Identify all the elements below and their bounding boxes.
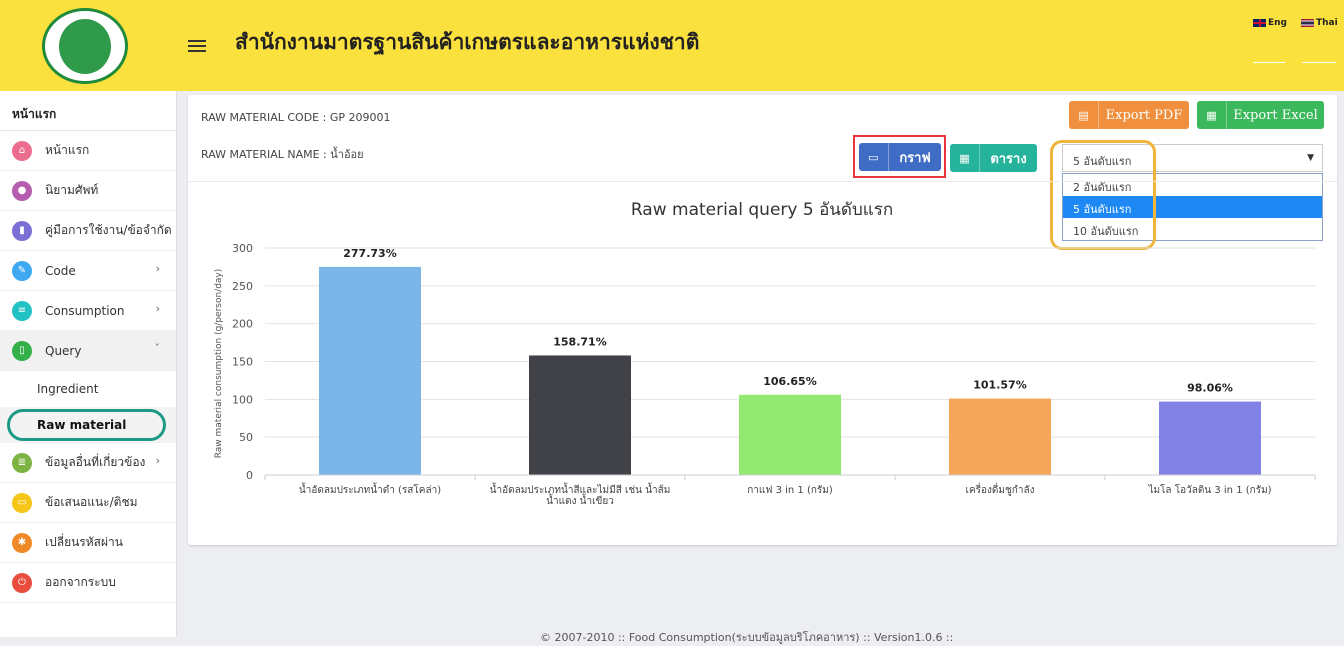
x-tick-label: น้ำอัดลมประเภทน้ำสีและไม่มีสี เช่น น้ำส้…: [490, 482, 671, 496]
sidebar-item-label: Query: [45, 343, 82, 358]
lang-eng-label: Eng: [1268, 18, 1287, 28]
footer-text: © 2007-2010 :: Food Consumption(ระบบข้อม…: [540, 631, 954, 644]
chevron-right-icon: ›: [155, 262, 160, 275]
sidebar-item-label: หน้าแรก: [45, 143, 90, 157]
sidebar-item-change-password[interactable]: ✱ เปลี่ยนรหัสผ่าน: [0, 523, 176, 563]
x-tick-label: เครื่องดื่มชูกำลัง: [966, 482, 1035, 496]
thai-flag-icon: [1301, 19, 1314, 27]
database-icon: ≣: [12, 452, 32, 473]
sidebar-item-manual[interactable]: ▮ คู่มือการใช้งาน/ข้อจำกัด: [0, 211, 176, 251]
sidebar-item-label: Code: [45, 263, 76, 278]
list-icon: ≡: [12, 300, 32, 321]
x-tick-label: น้ำอัดลมประเภทน้ำดำ (รสโคล่า): [299, 482, 441, 496]
bar: [529, 355, 631, 475]
x-tick-label: กาแฟ 3 in 1 (กรัม): [747, 485, 833, 496]
menu-toggle-icon[interactable]: [188, 40, 206, 52]
main-card: RAW MATERIAL CODE : GP 209001 RAW MATERI…: [188, 95, 1337, 545]
bar: [739, 394, 841, 475]
chevron-right-icon: ›: [155, 454, 160, 467]
bar-chart: Raw material query 5 อันดับแรก 0 50 100 150 2…: [214, 200, 1316, 507]
sidebar-item-label: ข้อมูลอื่นที่เกี่ยวข้อง: [45, 455, 146, 469]
data-label: 98.06%: [1187, 382, 1233, 395]
chart-icon: ▭: [859, 143, 889, 171]
sidebar-item-consumption[interactable]: ≡ Consumption ›: [0, 291, 176, 331]
uk-flag-icon: [1253, 19, 1266, 27]
sidebar-item-query[interactable]: ▯ Query ˇ: [0, 331, 176, 371]
lightbulb-icon: ●: [12, 180, 32, 201]
lang-thai-underline: [1302, 62, 1336, 63]
sidebar-subitem-ingredient[interactable]: Ingredient: [0, 371, 176, 407]
data-label: 101.57%: [973, 379, 1026, 392]
sidebar-item-logout[interactable]: ⏻ ออกจากระบบ: [0, 563, 176, 603]
top-header: สำนักงานมาตรฐานสินค้าเกษตรและอาหารแห่งชา…: [0, 0, 1344, 91]
sidebar-item-label: ออกจากระบบ: [45, 575, 116, 589]
y-tick-label: 100: [232, 393, 253, 406]
lang-thai-label: Thai: [1316, 18, 1338, 28]
data-label: 158.71%: [553, 335, 606, 348]
graph-button[interactable]: ▭ กราฟ: [859, 143, 941, 171]
graph-button-label: กราฟ: [899, 150, 931, 166]
sidebar-item-code[interactable]: ✎ Code ›: [0, 251, 176, 291]
comment-icon: ▭: [12, 492, 32, 513]
export-excel-button[interactable]: ▦ Export Excel: [1197, 101, 1324, 129]
lang-eng-underline: [1253, 62, 1285, 63]
highlight-ring-raw-material: [7, 409, 166, 441]
bar: [949, 398, 1051, 475]
sidebar: หน้าแรก ⌂ หน้าแรก ● นิยามศัพท์ ▮ คู่มือก…: [0, 91, 177, 637]
export-excel-label: Export Excel: [1233, 107, 1318, 123]
home-icon: ⌂: [12, 140, 32, 161]
bar: [319, 266, 421, 475]
book-icon: ▮: [12, 220, 32, 241]
pdf-icon: ▤: [1069, 101, 1099, 129]
table-button[interactable]: ▦ ตาราง: [950, 144, 1037, 172]
export-pdf-label: Export PDF: [1105, 107, 1183, 123]
select-arrow-icon: ▼: [1307, 153, 1314, 163]
y-tick-label: 250: [232, 280, 253, 293]
raw-material-code: RAW MATERIAL CODE : GP 209001: [201, 111, 391, 124]
table-icon: ▦: [950, 144, 980, 172]
data-label: 277.73%: [343, 247, 396, 260]
sidebar-item-label: คู่มือการใช้งาน/ข้อจำกัด: [45, 223, 172, 237]
sidebar-item-home[interactable]: ⌂ หน้าแรก: [0, 131, 176, 171]
lang-eng-link[interactable]: Eng: [1253, 18, 1287, 28]
export-pdf-button[interactable]: ▤ Export PDF: [1069, 101, 1189, 129]
sidebar-item-feedback[interactable]: ▭ ข้อเสนอแนะ/ติชม: [0, 483, 176, 523]
chevron-down-icon: ˇ: [154, 342, 161, 355]
y-tick-label: 200: [232, 318, 253, 331]
y-tick-label: 50: [239, 431, 253, 444]
y-tick-label: 0: [246, 469, 253, 482]
excel-icon: ▦: [1197, 101, 1227, 129]
card-divider: [188, 181, 1337, 182]
sidebar-item-label: นิยามศัพท์: [45, 183, 99, 197]
y-tick-label: 150: [232, 356, 253, 369]
bar: [1159, 401, 1261, 475]
chevron-right-icon: ›: [155, 302, 160, 315]
y-tick-label: 300: [232, 242, 253, 255]
document-icon: ▯: [12, 340, 32, 361]
sidebar-item-label: เปลี่ยนรหัสผ่าน: [45, 535, 123, 549]
sidebar-item-glossary[interactable]: ● นิยามศัพท์: [0, 171, 176, 211]
lang-thai-link[interactable]: Thai: [1301, 18, 1338, 28]
site-title: สำนักงานมาตรฐานสินค้าเกษตรและอาหารแห่งชา…: [235, 30, 700, 54]
x-tick-label: น้ำแดง น้ำเขียว: [546, 493, 614, 507]
wrench-icon: ✎: [12, 260, 32, 281]
sidebar-heading: หน้าแรก: [0, 91, 176, 131]
sidebar-item-label: ข้อเสนอแนะ/ติชม: [45, 495, 138, 509]
agency-logo[interactable]: [42, 8, 128, 84]
sidebar-item-label: Consumption: [45, 303, 125, 318]
power-icon: ⏻: [12, 572, 32, 593]
gear-icon: ✱: [12, 532, 32, 553]
chart-title: Raw material query 5 อันดับแรก: [631, 200, 893, 220]
y-axis-label: Raw material consumption (g/person/day): [214, 269, 224, 459]
sidebar-item-related-data[interactable]: ≣ ข้อมูลอื่นที่เกี่ยวข้อง ›: [0, 443, 176, 483]
raw-material-name: RAW MATERIAL NAME : น้ำอ้อย: [201, 148, 364, 161]
logo-emblem: [59, 19, 111, 74]
table-button-label: ตาราง: [990, 151, 1027, 167]
x-tick-label: ไมโล โอวัลติน 3 in 1 (กรัม): [1147, 483, 1271, 496]
data-label: 106.65%: [763, 375, 816, 388]
